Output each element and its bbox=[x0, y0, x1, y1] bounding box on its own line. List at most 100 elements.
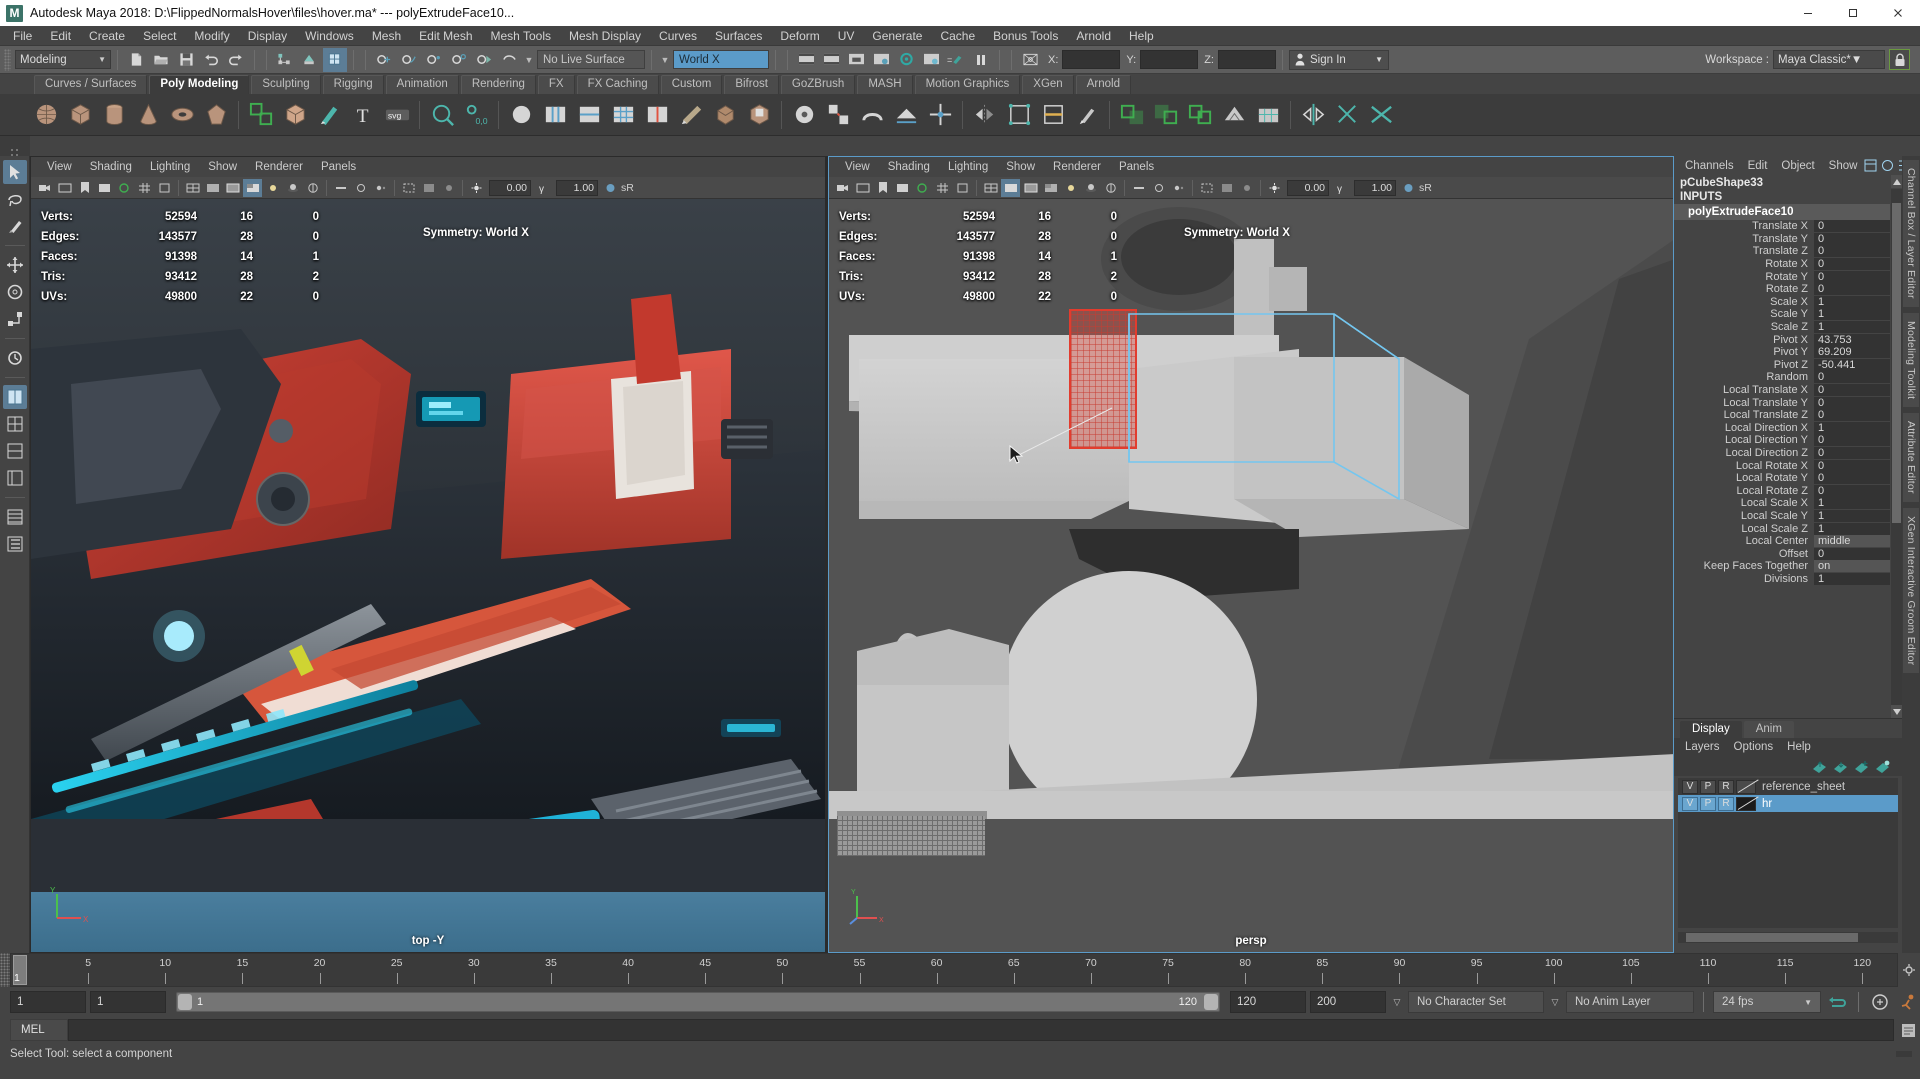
attr-value[interactable]: 1 bbox=[1814, 497, 1890, 509]
symmetry-axis-field[interactable]: World X bbox=[673, 50, 769, 69]
select-by-object-icon[interactable] bbox=[298, 48, 322, 72]
menu-display[interactable]: Display bbox=[239, 28, 296, 44]
channel-row-random[interactable]: Random0 bbox=[1674, 371, 1902, 384]
menu-uv[interactable]: UV bbox=[829, 28, 864, 44]
insert-edge-loop-icon[interactable] bbox=[641, 99, 673, 131]
viewport-left-canvas[interactable]: Verts: 52594 16 0 Edges: 143577 28 0 Fac… bbox=[31, 199, 825, 952]
minimize-button[interactable] bbox=[1785, 0, 1830, 26]
isolate-select-icon[interactable] bbox=[399, 179, 418, 197]
fps-field[interactable]: 24 fps ▼ bbox=[1713, 991, 1821, 1013]
shadows-icon[interactable] bbox=[1081, 179, 1100, 197]
vp-right-menu-shading[interactable]: Shading bbox=[880, 160, 938, 174]
render-current-frame-icon[interactable] bbox=[819, 48, 843, 72]
channel-row-rotate-y[interactable]: Rotate Y0 bbox=[1674, 270, 1902, 283]
coord-y-input[interactable] bbox=[1140, 50, 1198, 69]
face-mode-icon[interactable] bbox=[539, 99, 571, 131]
bridge-icon[interactable] bbox=[856, 99, 888, 131]
vp-left-menu-shading[interactable]: Shading bbox=[82, 160, 140, 174]
use-all-lights-icon[interactable] bbox=[263, 179, 282, 197]
snap-to-curve-icon[interactable] bbox=[397, 48, 421, 72]
dock-tab-xgen-interactive-groom-editor[interactable]: XGen Interactive Groom Editor bbox=[1903, 508, 1919, 673]
four-pane-layout-icon[interactable] bbox=[3, 439, 27, 463]
paint-select-icon[interactable] bbox=[1071, 99, 1103, 131]
attr-value[interactable]: 0 bbox=[1814, 409, 1890, 421]
anim-layer-field[interactable]: No Anim Layer bbox=[1566, 991, 1694, 1013]
uv-editor-icon[interactable] bbox=[426, 99, 458, 131]
dock-tab-modeling-toolkit[interactable]: Modeling Toolkit bbox=[1903, 313, 1919, 407]
paint-select-tool-icon[interactable] bbox=[3, 214, 27, 238]
color-management-icon[interactable] bbox=[1399, 179, 1418, 197]
attr-value[interactable]: 0 bbox=[1814, 271, 1890, 283]
attr-value[interactable]: 1 bbox=[1814, 296, 1890, 308]
snap-to-projected-center-icon[interactable] bbox=[447, 48, 471, 72]
layer-reference-toggle[interactable]: R bbox=[1718, 797, 1734, 811]
menu-deform[interactable]: Deform bbox=[771, 28, 828, 44]
sign-in-button[interactable]: Sign In ▼ bbox=[1289, 50, 1389, 70]
channelbox-menu-channels[interactable]: Channels bbox=[1678, 159, 1741, 173]
open-scene-icon[interactable] bbox=[149, 48, 173, 72]
exposure-value[interactable]: 0.00 bbox=[489, 180, 531, 196]
layer-menu-help[interactable]: Help bbox=[1780, 740, 1818, 754]
channel-row-scale-y[interactable]: Scale Y1 bbox=[1674, 308, 1902, 321]
textured-shading-icon[interactable] bbox=[1041, 179, 1060, 197]
film-gate-icon[interactable] bbox=[953, 179, 972, 197]
menu-arnold[interactable]: Arnold bbox=[1067, 28, 1120, 44]
anim-start-input[interactable]: 1 bbox=[90, 991, 166, 1013]
shelf-tab-curves-surfaces[interactable]: Curves / Surfaces bbox=[34, 75, 147, 94]
layer-color-swatch[interactable] bbox=[1736, 797, 1756, 811]
shelf-tab-fx-caching[interactable]: FX Caching bbox=[577, 75, 659, 94]
xray-icon[interactable] bbox=[419, 179, 438, 197]
symmetry-options-chevron-icon[interactable]: ▼ bbox=[658, 55, 672, 65]
script-editor-button[interactable] bbox=[1896, 1023, 1920, 1038]
channel-row-divisions[interactable]: Divisions1 bbox=[1674, 573, 1902, 586]
shelf-tab-mash[interactable]: MASH bbox=[857, 75, 912, 94]
channelbox-menu-show[interactable]: Show bbox=[1822, 159, 1865, 173]
vertex-mode-icon[interactable] bbox=[607, 99, 639, 131]
snap-to-grid-icon[interactable] bbox=[372, 48, 396, 72]
channel-row-pivot-x[interactable]: Pivot X43.753 bbox=[1674, 333, 1902, 346]
xray-icon[interactable] bbox=[1217, 179, 1236, 197]
text-tool-icon[interactable]: T bbox=[347, 99, 379, 131]
pause-render-icon[interactable] bbox=[969, 48, 993, 72]
multi-cut-icon[interactable] bbox=[675, 99, 707, 131]
layer-row-reference-sheet[interactable]: V P R reference_sheet bbox=[1678, 778, 1898, 795]
conform-normals-icon[interactable] bbox=[1331, 99, 1363, 131]
vp-right-menu-lighting[interactable]: Lighting bbox=[940, 160, 996, 174]
layer-list-scroll-thumb[interactable] bbox=[1686, 933, 1858, 942]
layer-visibility-toggle[interactable]: V bbox=[1682, 780, 1698, 794]
menu-bonus-tools[interactable]: Bonus Tools bbox=[984, 28, 1067, 44]
multisample-aa-icon[interactable] bbox=[1149, 179, 1168, 197]
layer-menu-options[interactable]: Options bbox=[1727, 740, 1781, 754]
attr-value[interactable]: 0 bbox=[1814, 371, 1890, 383]
wireframe-shading-icon[interactable] bbox=[183, 179, 202, 197]
last-tool-used-icon[interactable] bbox=[3, 346, 27, 370]
dock-tab-attribute-editor[interactable]: Attribute Editor bbox=[1903, 413, 1919, 502]
use-all-lights-icon[interactable] bbox=[1061, 179, 1080, 197]
attr-value[interactable]: 0 bbox=[1814, 472, 1890, 484]
vp-left-menu-lighting[interactable]: Lighting bbox=[142, 160, 198, 174]
channel-row-scale-z[interactable]: Scale Z1 bbox=[1674, 321, 1902, 334]
motion-blur-icon[interactable] bbox=[331, 179, 350, 197]
layer-playback-toggle[interactable]: P bbox=[1700, 797, 1716, 811]
layer-tab-display[interactable]: Display bbox=[1680, 721, 1742, 738]
layer-row-hr[interactable]: V P R hr bbox=[1678, 795, 1898, 812]
target-weld-icon[interactable] bbox=[788, 99, 820, 131]
shade-wireframe-icon[interactable] bbox=[1021, 179, 1040, 197]
status-line-grip[interactable] bbox=[4, 49, 11, 71]
two-d-pan-zoom-icon[interactable] bbox=[115, 179, 134, 197]
menu-create[interactable]: Create bbox=[80, 28, 134, 44]
channel-box-scrollbar[interactable] bbox=[1891, 189, 1902, 718]
grid-toggle-icon[interactable] bbox=[135, 179, 154, 197]
attr-value[interactable]: 0 bbox=[1814, 220, 1890, 232]
range-slider-left-handle[interactable] bbox=[178, 994, 192, 1010]
select-camera-icon[interactable] bbox=[833, 179, 852, 197]
channel-row-local-translate-x[interactable]: Local Translate X0 bbox=[1674, 384, 1902, 397]
new-layer-icon[interactable] bbox=[1854, 760, 1869, 773]
menu-mesh-tools[interactable]: Mesh Tools bbox=[482, 28, 560, 44]
retopologize-icon[interactable] bbox=[1252, 99, 1284, 131]
menu-surfaces[interactable]: Surfaces bbox=[706, 28, 771, 44]
channel-row-rotate-z[interactable]: Rotate Z0 bbox=[1674, 283, 1902, 296]
single-pane-layout-icon[interactable] bbox=[3, 385, 27, 409]
screen-space-ao-icon[interactable] bbox=[303, 179, 322, 197]
snap-to-view-plane-icon[interactable] bbox=[472, 48, 496, 72]
